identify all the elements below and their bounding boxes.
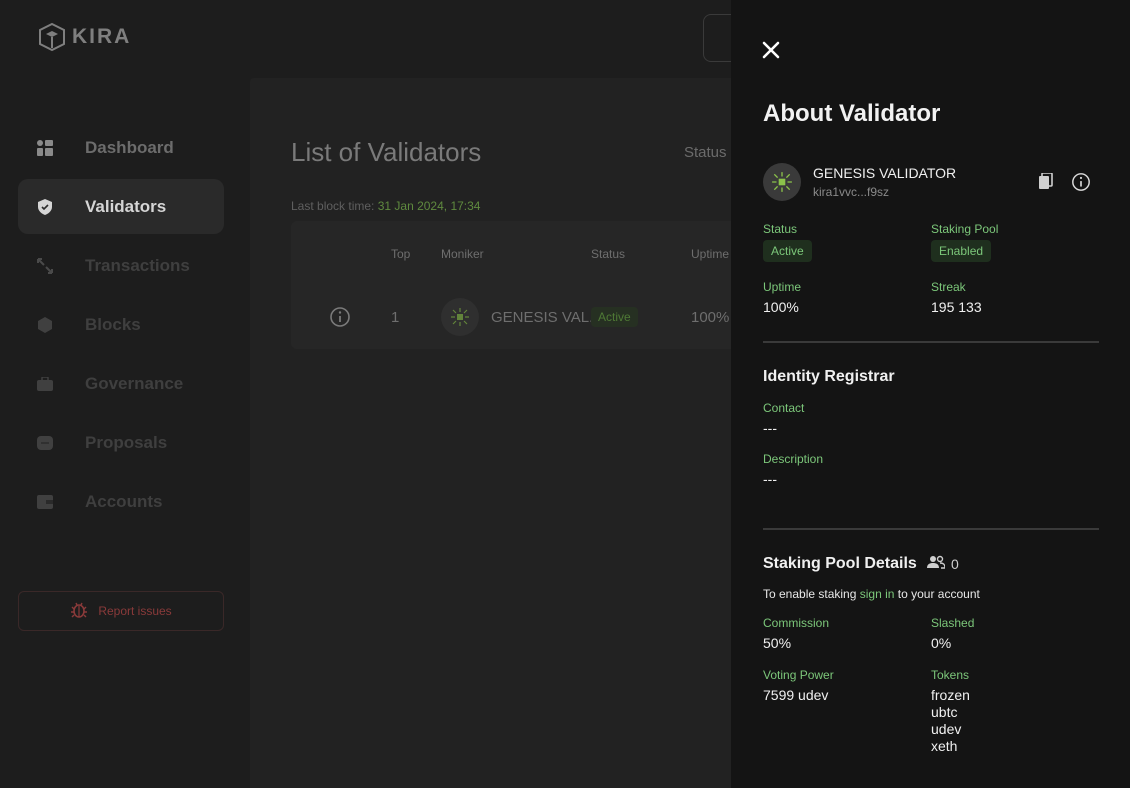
staking-pool-details-title: Staking Pool Details (763, 555, 917, 572)
identity-registrar-title: Identity Registrar (763, 368, 895, 385)
tokens-label: Tokens (931, 668, 970, 682)
divider (763, 528, 1099, 530)
table-row[interactable]: 1 GENESIS VAL... Active 100% (291, 295, 751, 339)
streak-label: Streak (931, 280, 966, 294)
report-issues-button[interactable]: Report issues (18, 591, 224, 631)
column-header-top[interactable]: Top (391, 247, 410, 261)
status-filter[interactable]: Status (684, 144, 727, 161)
delegators-count: 0 (927, 555, 959, 572)
brand-name: KIRA (72, 25, 132, 48)
sidebar-item-label: Dashboard (85, 137, 174, 157)
row-info-icon[interactable] (329, 295, 351, 339)
delegators-count-value: 0 (951, 555, 959, 572)
sidebar-item-proposals[interactable]: Proposals (18, 415, 224, 470)
token-item: udev (931, 721, 962, 737)
sidebar-item-accounts[interactable]: Accounts (18, 474, 224, 529)
status-label: Status (763, 222, 798, 236)
last-block-time: Last block time: 31 Jan 2024, 17:34 (291, 199, 480, 213)
validator-avatar (763, 163, 801, 201)
kira-logo-icon (39, 22, 65, 52)
row-top: 1 (391, 308, 400, 326)
sidebar-item-label: Governance (85, 373, 184, 393)
staking-pool-badge: Enabled (931, 240, 992, 262)
sidebar-item-label: Validators (85, 196, 167, 216)
token-item: xeth (931, 738, 958, 754)
cube-icon (37, 316, 53, 333)
sidebar-item-label: Blocks (85, 314, 141, 334)
sidebar-item-label: Accounts (85, 491, 163, 511)
validator-header: GENESIS VALIDATOR kira1vvc...f9sz (763, 163, 1099, 201)
copy-icon[interactable] (1039, 172, 1053, 194)
sidebar-item-validators[interactable]: Validators (18, 179, 224, 234)
sign-in-link[interactable]: sign in (860, 587, 895, 601)
row-status: Active (591, 295, 638, 339)
last-block-label: Last block time: (291, 199, 375, 213)
sidebar-item-dashboard[interactable]: Dashboard (18, 120, 224, 175)
uptime-value: 100% (763, 299, 799, 315)
contact-value: --- (763, 420, 777, 436)
validator-drawer: About Validator GENESIS VALIDATOR kira1v… (731, 0, 1130, 788)
description-label: Description (763, 452, 824, 466)
status-badge: Active (591, 307, 638, 327)
close-icon[interactable] (761, 40, 781, 60)
validator-address: kira1vvc...f9sz (813, 185, 890, 199)
report-issues-label: Report issues (98, 604, 172, 618)
row-moniker[interactable]: GENESIS VAL... (491, 295, 602, 339)
enable-staking-text: To enable staking sign in to your accoun… (763, 587, 980, 601)
tokens-list: frozen ubtc udev xeth (931, 687, 970, 755)
enable-staking-suffix: to your account (897, 587, 980, 601)
status-badge: Active (763, 240, 812, 262)
proposal-icon (37, 435, 53, 451)
staking-pool-label: Staking Pool (931, 222, 999, 236)
shield-icon (37, 198, 53, 215)
validators-table: Top Moniker Status Uptime 1 GENESIS VAL.… (291, 221, 751, 349)
last-block-value: 31 Jan 2024, 17:34 (377, 199, 481, 213)
bug-icon (70, 601, 88, 622)
slashed-value: 0% (931, 635, 952, 651)
voting-power-label: Voting Power (763, 668, 834, 682)
sidebar-item-blocks[interactable]: Blocks (18, 297, 224, 352)
dashboard-icon (37, 139, 53, 156)
description-value: --- (763, 471, 777, 487)
sidebar-item-label: Transactions (85, 255, 190, 275)
column-header-status[interactable]: Status (591, 247, 625, 261)
people-icon (927, 555, 946, 572)
arrows-icon (37, 257, 53, 274)
app-root: KIRA Dashboard Validators Transactions B… (0, 0, 1130, 788)
slashed-label: Slashed (931, 616, 975, 630)
voting-power-value: 7599 udev (763, 687, 829, 703)
column-header-uptime[interactable]: Uptime (691, 247, 729, 261)
wallet-icon (37, 494, 53, 510)
page-title: List of Validators (291, 137, 482, 167)
sidebar-item-transactions[interactable]: Transactions (18, 238, 224, 293)
enable-staking-prefix: To enable staking (763, 587, 857, 601)
validator-name: GENESIS VALIDATOR (813, 165, 957, 181)
kira-logo[interactable]: KIRA (38, 22, 131, 52)
commission-value: 50% (763, 635, 792, 651)
contact-label: Contact (763, 401, 805, 415)
sidebar-nav: Dashboard Validators Transactions Blocks… (18, 120, 224, 533)
streak-value: 195 133 (931, 299, 982, 315)
divider (763, 341, 1099, 343)
uptime-label: Uptime (763, 280, 802, 294)
drawer-title: About Validator (763, 100, 941, 127)
validator-avatar (441, 298, 479, 336)
commission-label: Commission (763, 616, 830, 630)
briefcase-icon (37, 376, 53, 392)
token-item: ubtc (931, 704, 958, 720)
row-uptime: 100% (691, 308, 730, 326)
column-header-moniker[interactable]: Moniker (441, 247, 484, 261)
sidebar-item-governance[interactable]: Governance (18, 356, 224, 411)
token-item: frozen (931, 687, 970, 703)
sidebar-item-label: Proposals (85, 432, 168, 452)
info-icon[interactable] (1071, 172, 1091, 197)
row-moniker-avatar (441, 295, 479, 339)
